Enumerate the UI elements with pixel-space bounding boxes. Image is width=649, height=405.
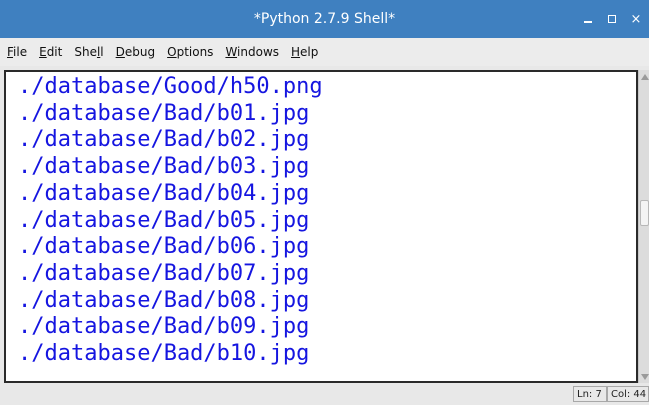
window-title: *Python 2.7.9 Shell* (253, 11, 396, 27)
window-controls: × (581, 0, 643, 38)
output-line: ./database/Bad/b10.jpg (18, 341, 310, 367)
menu-bar: File Edit Shell Debug Options Windows He… (0, 38, 649, 66)
menu-help[interactable]: Help (290, 43, 319, 61)
output-line: ./database/Bad/b09.jpg (18, 314, 310, 340)
output-lines: ./database/Good/h50.png ./database/Bad/b… (6, 72, 636, 368)
title-bar[interactable]: *Python 2.7.9 Shell* × (0, 0, 649, 38)
output-line: ./database/Bad/b06.jpg (18, 234, 310, 260)
output-line: ./database/Bad/b07.jpg (18, 260, 310, 286)
vertical-scrollbar[interactable] (638, 70, 649, 383)
column-number-indicator: Col: 44 (607, 386, 649, 402)
output-line: ./database/Bad/b05.jpg (18, 207, 310, 233)
maximize-icon[interactable] (605, 12, 619, 26)
menu-shell[interactable]: Shell (73, 43, 104, 61)
output-line: ./database/Bad/b08.jpg (18, 287, 310, 313)
menu-file[interactable]: File (6, 43, 28, 61)
menu-debug[interactable]: Debug (115, 43, 156, 61)
output-line: ./database/Bad/b02.jpg (18, 127, 310, 153)
output-line: ./database/Good/h50.png (18, 74, 323, 99)
line-number-indicator: Ln: 7 (573, 386, 607, 402)
scroll-down-arrow-icon[interactable] (640, 372, 649, 381)
minimize-icon[interactable] (581, 12, 595, 26)
scroll-up-arrow-icon[interactable] (640, 72, 649, 81)
shell-text-area[interactable]: ./database/Good/h50.png ./database/Bad/b… (4, 70, 638, 383)
status-bar: Ln: 7 Col: 44 (0, 383, 649, 405)
idle-shell-window: *Python 2.7.9 Shell* × File Edit Shell D… (0, 0, 649, 405)
output-line: ./database/Bad/b01.jpg (18, 100, 310, 126)
scrollbar-thumb[interactable] (640, 200, 649, 226)
output-line: ./database/Bad/b04.jpg (18, 180, 310, 206)
menu-windows[interactable]: Windows (224, 43, 280, 61)
menu-edit[interactable]: Edit (38, 43, 63, 61)
output-line: ./database/Bad/b03.jpg (18, 154, 310, 180)
menu-options[interactable]: Options (166, 43, 214, 61)
close-icon[interactable]: × (629, 12, 643, 27)
